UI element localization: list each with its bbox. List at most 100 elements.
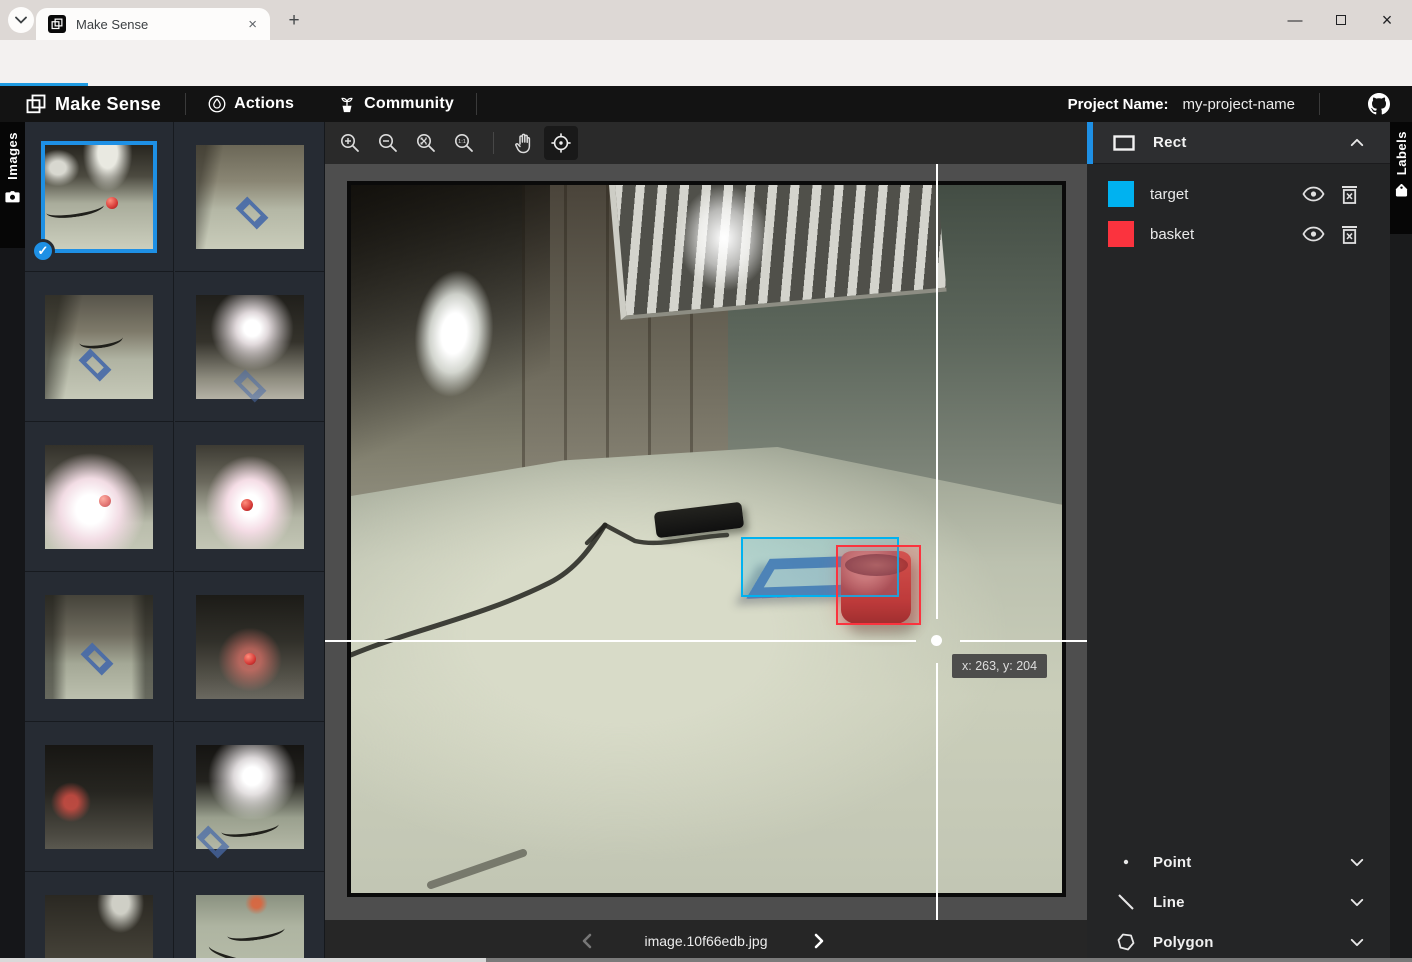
nav-actions[interactable]: Actions	[186, 95, 316, 113]
images-tab-label: Images	[5, 132, 20, 180]
tool-point[interactable]: Point	[1087, 842, 1390, 882]
nav-divider	[1319, 93, 1320, 115]
thumbnail-3[interactable]	[45, 295, 153, 399]
browser-toolbar: ← → makesense.ai ☆ Tp G 2 C⋮ ⋮	[0, 40, 1412, 86]
editor-toolbar: 1:1	[325, 122, 1087, 164]
bbox-basket[interactable]	[836, 545, 921, 625]
chevron-down-icon[interactable]	[1350, 858, 1364, 867]
scrollbar-thumb[interactable]	[0, 958, 486, 962]
red-ball-decor	[241, 499, 253, 511]
brand-name: Make Sense	[55, 94, 161, 115]
new-tab-button[interactable]: +	[282, 9, 306, 33]
tool-label: Polygon	[1153, 934, 1214, 951]
crosshair-horizontal-line	[325, 640, 916, 642]
crosshair-cursor-dot	[931, 635, 942, 646]
thumbnail-5[interactable]	[45, 445, 153, 549]
nav-actions-label: Actions	[234, 95, 294, 113]
makesense-favicon	[48, 15, 66, 33]
images-side-strip: Images	[0, 122, 25, 962]
thumbnail-8[interactable]	[196, 595, 304, 699]
annotation-canvas[interactable]: x: 263, y: 204	[325, 164, 1087, 920]
tool-line[interactable]: Line	[1087, 882, 1390, 922]
active-section-accent	[1087, 122, 1093, 164]
github-icon	[1368, 93, 1390, 115]
actual-size-icon: 1:1	[453, 132, 475, 154]
toggle-visibility-button[interactable]	[1302, 226, 1325, 242]
tab-close-button[interactable]: ×	[245, 16, 260, 33]
tab-search-button[interactable]	[8, 7, 34, 33]
label-color-swatch	[1108, 181, 1134, 207]
label-row-basket[interactable]: basket	[1087, 214, 1390, 254]
chevron-up-icon[interactable]	[1350, 138, 1364, 147]
browser-tab[interactable]: Make Sense ×	[36, 8, 270, 40]
image-filename: image.10f66edb.jpg	[325, 920, 1087, 962]
makesense-logo[interactable]: Make Sense	[0, 94, 185, 115]
label-name: basket	[1150, 226, 1286, 243]
zoom-in-button[interactable]	[333, 126, 367, 160]
delete-label-button[interactable]	[1341, 225, 1358, 244]
thumbnail-10[interactable]	[196, 745, 304, 849]
thumbnail-cell	[175, 122, 324, 272]
thumbnail-2[interactable]	[196, 145, 304, 249]
thumbnail-9[interactable]	[45, 745, 153, 849]
window-minimize-button[interactable]: —	[1272, 0, 1318, 40]
delete-label-button[interactable]	[1341, 185, 1358, 204]
next-image-button[interactable]	[813, 933, 825, 949]
tag-icon	[1395, 183, 1408, 197]
chevron-down-icon[interactable]	[1350, 938, 1364, 947]
thumbnail-4[interactable]	[196, 295, 304, 399]
images-list[interactable]: ✓	[25, 122, 325, 962]
hand-icon	[513, 132, 533, 154]
thumbnail-cell	[175, 572, 324, 722]
drop-icon	[208, 95, 226, 113]
project-name-input[interactable]: my-project-name	[1182, 96, 1295, 113]
toolbar-divider	[493, 132, 494, 154]
thumbnail-11[interactable]	[45, 895, 153, 962]
actual-size-button[interactable]: 1:1	[447, 126, 481, 160]
images-panel-tab[interactable]: Images	[0, 122, 25, 248]
cursor-coordinates-tooltip: x: 263, y: 204	[952, 654, 1047, 678]
thumbnail-12[interactable]	[196, 895, 304, 962]
red-ball-decor	[99, 495, 111, 507]
thumbnail-6[interactable]	[196, 445, 304, 549]
thumbnail-1-selected[interactable]: ✓	[45, 145, 153, 249]
maximize-icon	[1336, 15, 1346, 25]
trash-icon	[1341, 225, 1358, 244]
pan-hand-button[interactable]	[506, 126, 540, 160]
crosshair-tool-button[interactable]	[544, 126, 578, 160]
zoom-out-button[interactable]	[371, 126, 405, 160]
photo-cables	[351, 185, 1062, 893]
horizontal-scrollbar[interactable]	[0, 958, 1412, 962]
tool-polygon[interactable]: Polygon	[1087, 922, 1390, 962]
chevron-left-icon	[581, 933, 593, 949]
fit-to-window-button[interactable]	[409, 126, 443, 160]
zoom-in-icon	[339, 132, 361, 154]
nav-community[interactable]: Community	[316, 95, 476, 113]
label-row-target[interactable]: target	[1087, 174, 1390, 214]
thumbnail-7[interactable]	[45, 595, 153, 699]
browser-tab-strip: Make Sense × + — ×	[0, 0, 1412, 40]
plant-icon	[338, 95, 356, 113]
github-link[interactable]	[1346, 93, 1412, 115]
eye-icon	[1302, 186, 1325, 202]
tab-title: Make Sense	[76, 17, 245, 32]
window-maximize-button[interactable]	[1318, 0, 1364, 40]
rect-section-header[interactable]: Rect	[1087, 122, 1390, 164]
red-ball-decor	[106, 197, 118, 209]
crosshair-vertical-line	[936, 663, 938, 920]
chevron-down-icon	[15, 16, 27, 24]
previous-image-button[interactable]	[581, 933, 593, 949]
chevron-down-icon[interactable]	[1350, 898, 1364, 907]
app-top-nav: Make Sense Actions Community Project Nam…	[0, 86, 1412, 122]
crosshair-horizontal-line	[960, 640, 1087, 642]
fit-zoom-icon	[415, 132, 437, 154]
blue-marker-decor	[235, 197, 268, 230]
image-nav-bar: image.10f66edb.jpg	[325, 920, 1087, 962]
chevron-right-icon	[813, 933, 825, 949]
current-image[interactable]	[347, 181, 1066, 897]
toggle-visibility-button[interactable]	[1302, 186, 1325, 202]
window-close-button[interactable]: ×	[1364, 0, 1410, 40]
label-name: target	[1150, 186, 1286, 203]
nav-community-label: Community	[364, 95, 454, 113]
labels-panel-tab[interactable]: Labels	[1390, 122, 1412, 234]
